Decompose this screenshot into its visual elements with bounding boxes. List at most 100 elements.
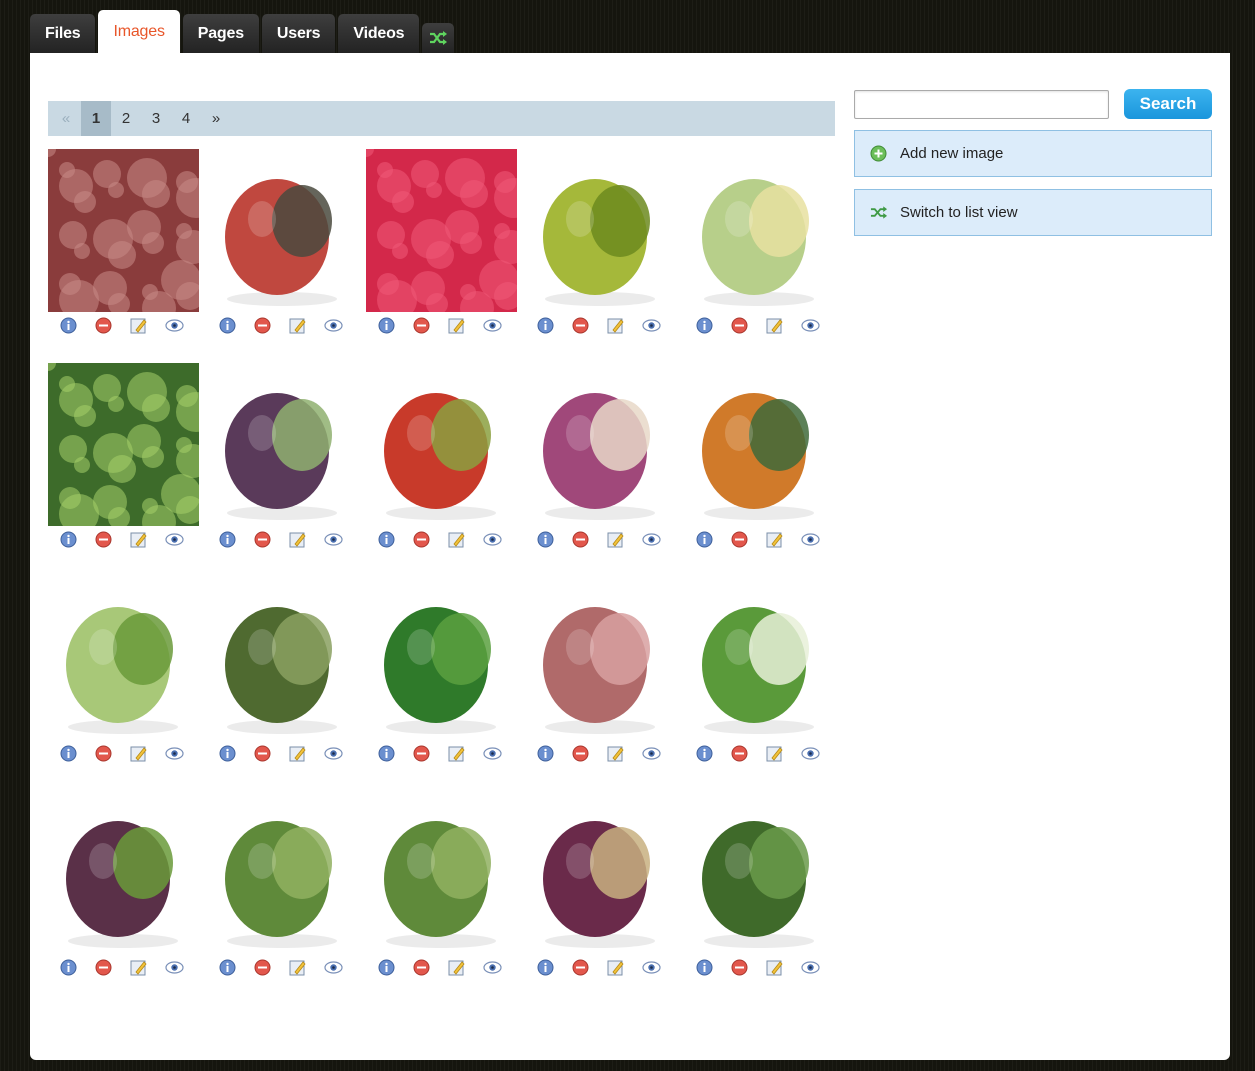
delete-button[interactable] <box>95 957 130 977</box>
info-button[interactable] <box>378 743 413 763</box>
image-thumbnail-mixed-salad[interactable] <box>48 791 199 954</box>
add-new-image-button[interactable]: Add new image <box>854 130 1212 177</box>
image-thumbnail-turnip[interactable] <box>525 363 676 526</box>
image-thumbnail-ground-beef-tray[interactable] <box>207 149 358 312</box>
info-button[interactable] <box>537 743 572 763</box>
image-thumbnail-rosemary[interactable] <box>684 791 835 954</box>
image-thumbnail-raspberries[interactable] <box>366 149 517 312</box>
edit-button[interactable] <box>607 957 642 977</box>
view-button[interactable] <box>642 743 677 763</box>
view-button[interactable] <box>324 743 359 763</box>
edit-button[interactable] <box>448 743 483 763</box>
delete-button[interactable] <box>572 743 607 763</box>
delete-button[interactable] <box>413 957 448 977</box>
delete-button[interactable] <box>731 529 766 549</box>
image-thumbnail-shallots[interactable] <box>525 577 676 740</box>
pagination-page-3[interactable]: 3 <box>141 101 171 136</box>
info-button[interactable] <box>378 529 413 549</box>
info-button[interactable] <box>219 743 254 763</box>
view-button[interactable] <box>165 743 200 763</box>
info-button[interactable] <box>60 743 95 763</box>
edit-button[interactable] <box>130 529 165 549</box>
tab-pages[interactable]: Pages <box>182 14 259 53</box>
tab-shuffle[interactable] <box>422 23 455 53</box>
search-input[interactable] <box>854 89 1109 119</box>
edit-button[interactable] <box>766 315 801 335</box>
view-button[interactable] <box>165 529 200 549</box>
delete-button[interactable] <box>572 529 607 549</box>
delete-button[interactable] <box>572 957 607 977</box>
view-button[interactable] <box>483 315 518 335</box>
delete-button[interactable] <box>254 957 289 977</box>
info-button[interactable] <box>219 315 254 335</box>
edit-button[interactable] <box>766 743 801 763</box>
delete-button[interactable] <box>413 529 448 549</box>
switch-to-list-view-button[interactable]: Switch to list view <box>854 189 1212 236</box>
view-button[interactable] <box>642 529 677 549</box>
delete-button[interactable] <box>254 529 289 549</box>
info-button[interactable] <box>60 529 95 549</box>
delete-button[interactable] <box>95 315 130 335</box>
tab-videos[interactable]: Videos <box>338 14 420 53</box>
view-button[interactable] <box>483 743 518 763</box>
view-button[interactable] <box>483 957 518 977</box>
view-button[interactable] <box>165 315 200 335</box>
view-button[interactable] <box>642 315 677 335</box>
delete-button[interactable] <box>254 743 289 763</box>
delete-button[interactable] <box>731 315 766 335</box>
delete-button[interactable] <box>254 315 289 335</box>
delete-button[interactable] <box>95 529 130 549</box>
pagination-page-4[interactable]: 4 <box>171 101 201 136</box>
tab-users[interactable]: Users <box>261 14 336 53</box>
edit-button[interactable] <box>607 743 642 763</box>
info-button[interactable] <box>219 957 254 977</box>
image-thumbnail-sage[interactable] <box>207 791 358 954</box>
pagination-next[interactable]: » <box>201 101 231 136</box>
info-button[interactable] <box>696 315 731 335</box>
pagination-prev[interactable]: « <box>51 101 81 136</box>
view-button[interactable] <box>801 743 836 763</box>
image-thumbnail-sage-2[interactable] <box>366 791 517 954</box>
image-thumbnail-thyme[interactable] <box>207 577 358 740</box>
search-button[interactable]: Search <box>1124 89 1212 119</box>
view-button[interactable] <box>324 957 359 977</box>
view-button[interactable] <box>801 529 836 549</box>
image-thumbnail-beet[interactable] <box>525 791 676 954</box>
edit-button[interactable] <box>130 957 165 977</box>
edit-button[interactable] <box>448 957 483 977</box>
image-thumbnail-apples[interactable] <box>366 363 517 526</box>
image-thumbnail-spring-onions[interactable] <box>684 577 835 740</box>
view-button[interactable] <box>801 315 836 335</box>
info-button[interactable] <box>537 315 572 335</box>
edit-button[interactable] <box>289 957 324 977</box>
pagination-page-2[interactable]: 2 <box>111 101 141 136</box>
delete-button[interactable] <box>731 957 766 977</box>
info-button[interactable] <box>696 743 731 763</box>
info-button[interactable] <box>696 957 731 977</box>
view-button[interactable] <box>483 529 518 549</box>
view-button[interactable] <box>165 957 200 977</box>
delete-button[interactable] <box>413 743 448 763</box>
edit-button[interactable] <box>289 315 324 335</box>
image-thumbnail-figs[interactable] <box>207 363 358 526</box>
edit-button[interactable] <box>130 315 165 335</box>
image-thumbnail-melon[interactable] <box>684 149 835 312</box>
edit-button[interactable] <box>607 529 642 549</box>
pagination-page-1[interactable]: 1 <box>81 101 111 136</box>
info-button[interactable] <box>60 315 95 335</box>
delete-button[interactable] <box>95 743 130 763</box>
info-button[interactable] <box>537 529 572 549</box>
tab-images[interactable]: Images <box>98 10 180 53</box>
edit-button[interactable] <box>289 529 324 549</box>
info-button[interactable] <box>378 315 413 335</box>
image-thumbnail-pear[interactable] <box>525 149 676 312</box>
edit-button[interactable] <box>766 957 801 977</box>
edit-button[interactable] <box>448 315 483 335</box>
view-button[interactable] <box>642 957 677 977</box>
delete-button[interactable] <box>413 315 448 335</box>
info-button[interactable] <box>537 957 572 977</box>
delete-button[interactable] <box>731 743 766 763</box>
edit-button[interactable] <box>766 529 801 549</box>
view-button[interactable] <box>324 529 359 549</box>
info-button[interactable] <box>696 529 731 549</box>
